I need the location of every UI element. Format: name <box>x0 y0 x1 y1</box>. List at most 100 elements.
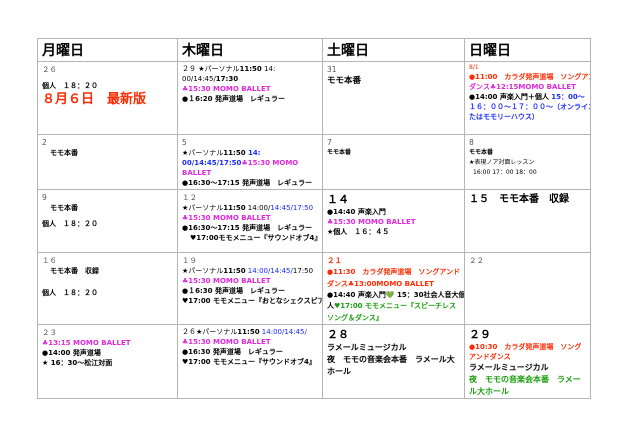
date-label: １６ <box>42 256 57 265</box>
entry-text: ♣13:15 MOMO BALLET <box>42 339 131 347</box>
entry-text: ♣15:30 MOMO BALLET <box>182 214 271 222</box>
date-label: １５ モモ本番 収録 <box>469 194 569 205</box>
cell-mon-16: １６ モモ本番 収録 個人 １８：２０ <box>37 252 178 325</box>
entry-text: モモ本番 収録 <box>50 267 99 275</box>
week-row-3: 9 モモ本番 個人 １８：２０ １２ ★パーソナル11:50 14:00/14:… <box>37 189 591 253</box>
cell-mon-26: ２６ 個人 １８：２０ ８月６日 最新版 <box>37 61 178 135</box>
date-label: 7 <box>327 138 332 147</box>
entry-text: 15：00～ <box>548 93 585 101</box>
cell-mon-9: 9 モモ本番 個人 １８：２０ <box>37 189 178 253</box>
entry-text: ●16:30～17:15 発声道場 レギュラー <box>182 179 313 187</box>
header-thursday: 木曜日 <box>177 38 323 62</box>
entry-text: ★パーソナル <box>182 149 224 157</box>
date-label: 2 <box>42 138 47 147</box>
entry-text: 14:00/14:45/ <box>245 267 293 275</box>
entry-text: ♥17:00モモメニュー『サウンドオブ4』 <box>190 234 322 242</box>
entry-text: ♥17:00 モモメニュー『おとなシェクスピア』 <box>182 297 323 305</box>
date-label: ２２ <box>469 256 484 265</box>
entry-text: ラメールミュージカル <box>469 363 549 372</box>
date-label: １９ <box>182 256 197 265</box>
entry-text: 人 <box>327 302 334 310</box>
cell-thu-29: ２９ ★パーソナル11:50 14: 00/14:45/17:30 ♣15:30… <box>177 61 323 135</box>
entry-text: 14:45/17:50 <box>270 204 314 212</box>
entry-text: １６：００～１７：００～（オンラインま <box>469 103 591 111</box>
entry-text: ●１6:20 発声道場 レギュラー <box>182 95 285 103</box>
date-label: ２９ ★パーソナル <box>182 65 240 73</box>
week-row-2: 2 モモ本番 5 ★パーソナル11:50 14: 00/14:45/17:50♣… <box>37 134 591 190</box>
cell-sat-28: ２８ ラメールミュージカル 夜 モモの音楽会本番 ラメール大ホール <box>322 324 465 399</box>
schedule-sheet: 月曜日 木曜日 土曜日 日曜日 ２６ 個人 １８：２０ ８月６日 最新版 ２９ … <box>37 38 591 399</box>
version-title: ８月６日 最新版 <box>42 92 147 107</box>
cell-thu-5: 5 ★パーソナル11:50 14: 00/14:45/17:50♣15:30 M… <box>177 134 323 190</box>
cell-sun-29: ２９ ●10:30 カラダ発声道場 ソングアンドダンス ラメールミュージカル 夜… <box>464 324 591 399</box>
week-row-4: １６ モモ本番 収録 個人 １８：２０ １９ ★パーソナル11:50 14:00… <box>37 252 591 325</box>
date-label: ２３ <box>42 328 57 337</box>
date-label: １２ <box>182 193 197 202</box>
entry-text: ♣15:30 MOMO BALLET <box>327 218 416 226</box>
entry-text: 00/14:45/ <box>182 75 216 83</box>
entry-text: 14: <box>245 149 261 157</box>
entry-text: 11:50 <box>239 65 262 73</box>
entry-text: ●11:00 カラダ発声道場 ソングアンド <box>469 73 591 81</box>
entry-text: 17:50 <box>292 267 314 275</box>
entry-text: ★パーソナル <box>182 204 224 212</box>
entry-text: 11:50 <box>223 149 246 157</box>
date-label: 31 <box>327 65 337 74</box>
entry-text: 00/14:45/17:50 <box>182 159 242 167</box>
entry-text: ダンス♣12:15MOMO BALLET <box>469 83 576 91</box>
date-label: ２８ <box>327 328 349 341</box>
header-monday: 月曜日 <box>37 38 178 62</box>
entry-text: ♣15:30 MOMO BALLET <box>182 277 271 285</box>
entry-text: ★個人 １６：４５ <box>327 228 390 236</box>
date-label: 8 <box>469 138 474 147</box>
cell-sun-22: ２２ <box>464 252 591 325</box>
entry-text: モモ本番 <box>327 76 362 86</box>
entry-text: 11:50 <box>223 267 246 275</box>
cell-sat-14: １４ ●14:40 声楽入門 ♣15:30 MOMO BALLET ★個人 １６… <box>322 189 465 253</box>
entry-text: ★表現ノア対面レッスン <box>469 159 535 166</box>
entry-text: 16:00 17：00 18：00 <box>473 169 537 176</box>
entry-text: モモ本番 <box>50 204 78 212</box>
cell-sat-21: ２１ ●11:30 カラダ発声道場 ソングアンドダンス♣13:00MOMO BA… <box>322 252 465 325</box>
entry-text: ♣15:30 MOMO <box>241 159 299 167</box>
cell-mon-23: ２３ ♣13:15 MOMO BALLET ●14:00 発声道場 ★ 16：3… <box>37 324 178 399</box>
entry-text: 個人 １８：２０ <box>42 82 98 90</box>
entry-text: ●14:40 声楽入門 <box>327 291 386 299</box>
entry-text: モモ本番 <box>327 149 352 156</box>
entry-text: 個人 １８：２０ <box>42 289 98 297</box>
entry-text: ♣15:30 MOMO BALLET <box>182 85 271 93</box>
entry-text: 14: <box>261 65 276 73</box>
entry-text: 夜 モモの音楽会本番 ラメール大ホール <box>327 355 455 376</box>
date-label: 8/1 <box>469 64 479 71</box>
entry-text: 15：30社会人音大個 <box>394 291 465 299</box>
entry-text: ●14:40 声楽入門 <box>327 208 386 216</box>
cell-sun-15: １５ モモ本番 収録 <box>464 189 591 253</box>
date-label: 9 <box>42 193 47 202</box>
entry-text: 夜 モモの音楽会本番 ラメール大ホール <box>469 375 581 396</box>
entry-text: 14:00/14:45/ <box>259 328 307 336</box>
entry-text: ♥17:00 モモメニュー『サウンドオブ4』 <box>182 358 316 366</box>
entry-text: ラメールミュージカル <box>327 343 407 352</box>
entry-text: ★ 16：30～松江対面 <box>42 359 113 367</box>
date-label: ２６★パーソナル <box>182 328 238 336</box>
entry-text: ●16:30～17:15 発声道場 レギュラー <box>182 224 313 232</box>
cell-thu-12: １２ ★パーソナル11:50 14:00/14:45/17:50 ♣15:30 … <box>177 189 323 253</box>
entry-text: ●１6:30 発声道場 レギュラー <box>182 287 285 295</box>
entry-text: ●11:30 カラダ発声道場 ソングアンドダンス♣13:00MOMO BALLE… <box>327 268 461 288</box>
date-label: 5 <box>182 138 187 147</box>
entry-text: 17:30 <box>215 75 239 83</box>
entry-text: ♥17:00 モモメニュー『スピーチレス ソング＆ダンス』 <box>327 302 463 322</box>
entry-text: ●10:30 カラダ発声道場 ソングアンドダンス <box>469 343 582 361</box>
entry-text: 14:00/ <box>245 204 271 212</box>
entry-text: BALLET <box>182 169 212 177</box>
entry-text: モモ本番 <box>469 149 494 156</box>
entry-text: ●16:30 発声道場 レギュラー <box>182 348 283 356</box>
cell-sat-31: 31 モモ本番 <box>322 61 465 135</box>
header-saturday: 土曜日 <box>322 38 465 62</box>
entry-text: モモ本番 <box>50 149 78 157</box>
week-row-1: ２６ 個人 １８：２０ ８月６日 最新版 ２９ ★パーソナル11:50 14: … <box>37 61 591 135</box>
entry-text: ♣15:30 MOMO BALLET <box>182 338 271 346</box>
cell-thu-26: ２６★パーソナル11:50 14:00/14:45/ ♣15:30 MOMO B… <box>177 324 323 399</box>
cell-thu-19: １９ ★パーソナル11:50 14:00/14:45/17:50 ♣15:30 … <box>177 252 323 325</box>
date-label: ２６ <box>42 65 57 74</box>
